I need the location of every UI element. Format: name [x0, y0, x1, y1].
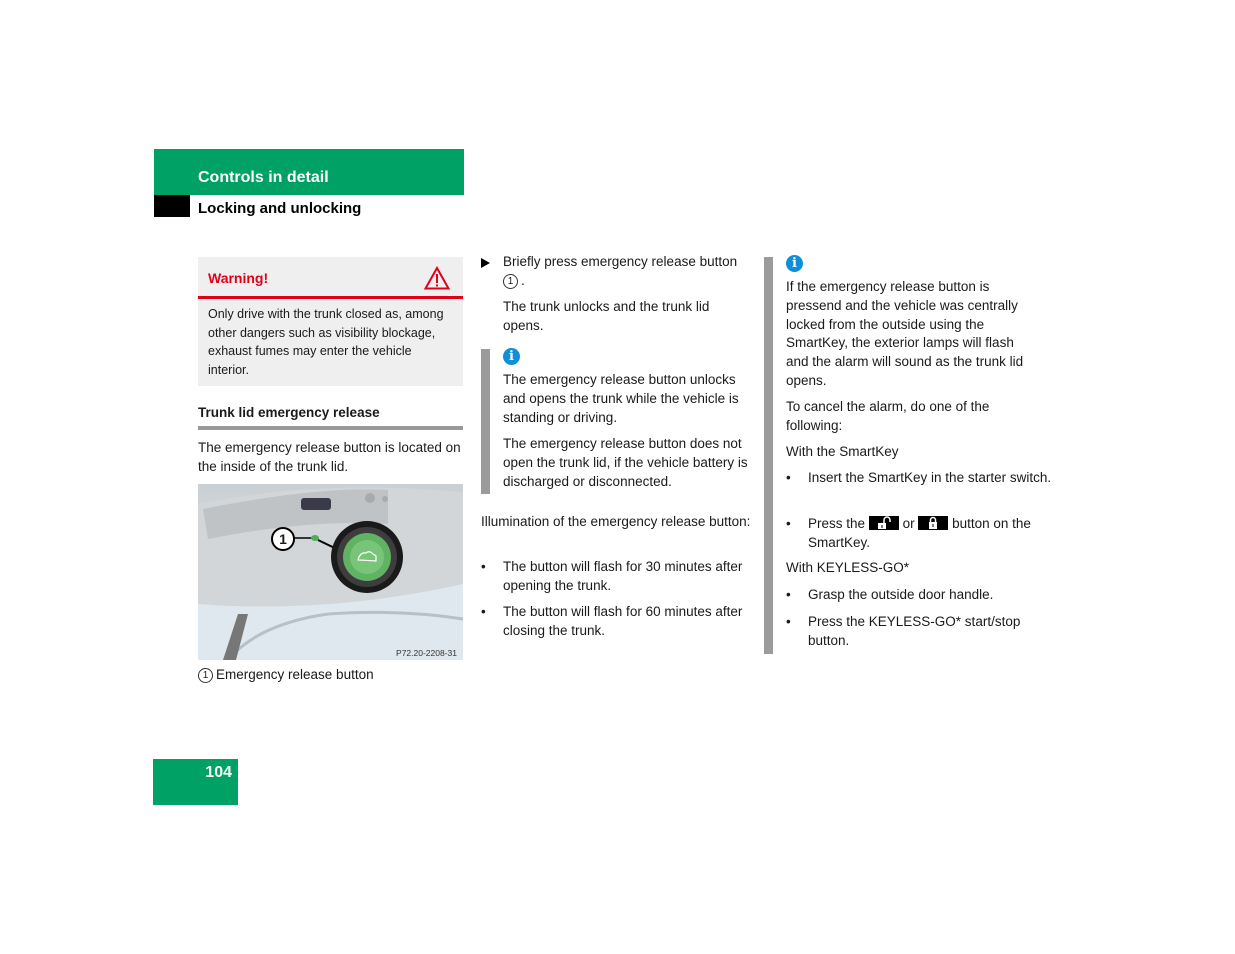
step-arrow-icon: [481, 258, 490, 268]
info-icon: i: [503, 348, 520, 365]
bullet: •: [786, 470, 791, 485]
figure-code: P72.20-2208-31: [396, 648, 457, 658]
info-icon: i: [786, 255, 803, 272]
keyless-go-heading: With KEYLESS-GO*: [786, 560, 910, 575]
bullet: •: [786, 516, 791, 531]
alarm-info-text: If the emergency release button is press…: [786, 279, 1024, 388]
info-bar: [764, 257, 773, 654]
trunk-lid-illustration: 1 P72.20-2208-31: [198, 484, 463, 660]
bullet: •: [786, 614, 791, 629]
release-location-text: The emergency release button is located …: [198, 440, 461, 474]
section-title: Controls in detail: [198, 169, 329, 186]
info-bar: [481, 349, 490, 494]
subsection-marker: [154, 195, 190, 217]
info-text-1: The emergency release button unlocks and…: [503, 372, 739, 425]
illumination-intro: Illumination of the emergency release bu…: [481, 514, 751, 529]
warning-header: Warning!: [198, 257, 463, 299]
caption-number: 1: [198, 668, 213, 683]
warning-triangle-icon: [424, 266, 450, 290]
smartkey-heading: With the SmartKey: [786, 444, 899, 459]
trunk-lid-drawing: [198, 487, 463, 660]
lock-button-icon: [918, 516, 949, 530]
info-text-2: The emergency release button does not op…: [503, 436, 748, 489]
warning-text: Only drive with the trunk closed as, amo…: [208, 307, 444, 378]
warning-title: Warning!: [208, 270, 269, 286]
callout-1: 1: [271, 527, 295, 551]
cancel-alarm-intro: To cancel the alarm, do one of the follo…: [786, 399, 990, 433]
step-result: The trunk unlocks and the trunk lid open…: [503, 299, 710, 333]
figure-caption: 1 Emergency release button: [198, 666, 374, 685]
page-number: 104: [205, 764, 232, 781]
bullet: •: [481, 604, 486, 619]
caption-text: Emergency release button: [216, 667, 374, 682]
bullet: •: [786, 587, 791, 602]
bullet: •: [481, 559, 486, 574]
warning-box: Warning! Only drive with the trunk close…: [198, 257, 463, 386]
subsection-title: Locking and unlocking: [198, 200, 362, 217]
page-number-tab: 104: [153, 759, 238, 805]
step-text: Briefly press emergency release button: [503, 254, 738, 269]
trunk-release-heading: Trunk lid emergency release: [198, 405, 463, 430]
step-reference: 1: [503, 273, 518, 289]
unlock-button-icon: [868, 516, 899, 530]
